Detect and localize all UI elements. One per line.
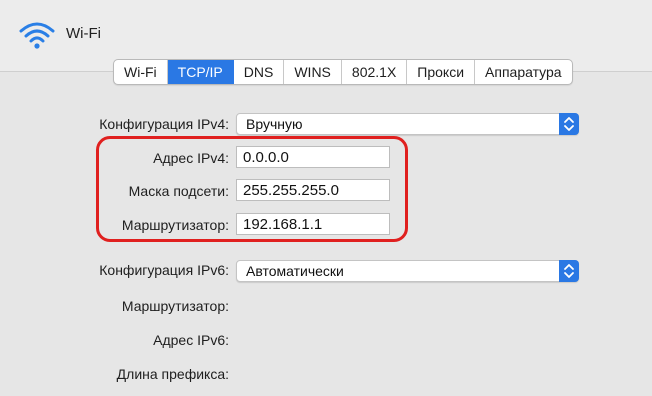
ipv4-router-label: Маршрутизатор: [121,217,229,233]
prefix-length-row: Длина префикса: [0,362,229,386]
tab-8021x[interactable]: 802.1X [342,60,408,84]
ipv6-config-value: Автоматически [246,263,344,279]
ipv6-address-label: Адрес IPv6: [153,332,229,348]
prefix-length-label: Длина префикса: [116,366,229,382]
tab-proxy[interactable]: Прокси [407,60,476,84]
tab-wins[interactable]: WINS [284,60,342,84]
tab-tcpip[interactable]: TCP/IP [167,60,234,84]
ipv4-address-field[interactable]: 0.0.0.0 [236,146,390,168]
subnet-mask-label: Маска подсети: [128,183,229,199]
ipv4-config-popup[interactable]: Вручную [236,113,579,135]
subnet-mask-row: Маска подсети: [0,179,229,203]
tab-wifi[interactable]: Wi-Fi [114,60,168,84]
chevron-updown-icon [559,260,579,282]
ipv6-config-popup[interactable]: Автоматически [236,260,579,282]
ipv4-config-row: Конфигурация IPv4: [0,112,229,136]
tab-dns[interactable]: DNS [234,60,285,84]
chevron-updown-icon [559,113,579,135]
ipv4-address-row: Адрес IPv4: [0,146,229,170]
ipv6-address-row: Адрес IPv6: [0,328,229,352]
window-title: Wi-Fi [66,25,101,42]
tab-hardware[interactable]: Аппаратура [475,60,572,84]
ipv4-config-label: Конфигурация IPv4: [99,116,229,132]
ipv6-router-row: Маршрутизатор: [0,294,229,318]
ipv4-config-value: Вручную [246,116,303,132]
ipv4-router-field[interactable]: 192.168.1.1 [236,213,390,235]
ipv4-router-row: Маршрутизатор: [0,213,229,237]
ipv6-config-row: Конфигурация IPv6: [0,258,229,282]
subnet-mask-field[interactable]: 255.255.255.0 [236,179,390,201]
tab-bar: Wi-Fi TCP/IP DNS WINS 802.1X Прокси Аппа… [113,59,573,85]
ipv6-router-label: Маршрутизатор: [121,298,229,314]
ipv6-config-label: Конфигурация IPv6: [99,262,229,278]
ipv4-address-label: Адрес IPv4: [153,150,229,166]
window-header: Wi-Fi [0,0,652,60]
wifi-icon [19,22,55,49]
